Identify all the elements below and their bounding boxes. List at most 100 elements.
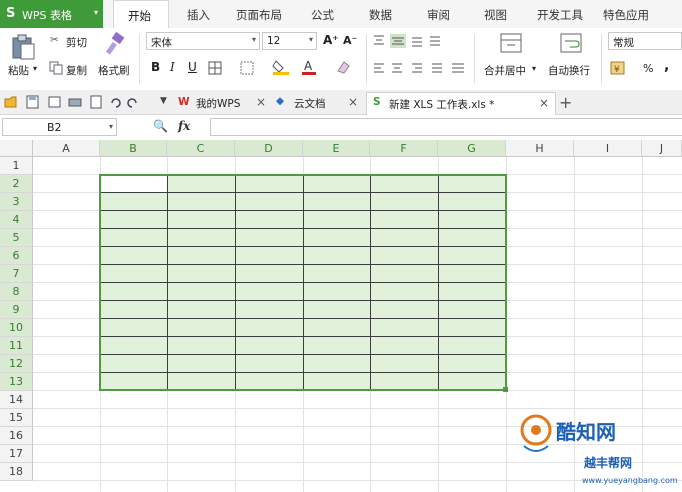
- bold-button[interactable]: B: [151, 60, 160, 74]
- chevron-down-icon: ▾: [108, 122, 113, 131]
- formula-bar: B2 ▾ 🔍 fx: [0, 115, 682, 141]
- chevron-down-icon[interactable]: ▾: [532, 64, 536, 73]
- close-icon[interactable]: ×: [539, 96, 549, 110]
- row-header-16[interactable]: 16: [0, 427, 33, 445]
- row-header-12[interactable]: 12: [0, 355, 33, 373]
- column-header-g[interactable]: G: [438, 140, 506, 157]
- column-header-i[interactable]: I: [574, 140, 642, 157]
- horizontal-align-icons[interactable]: [372, 61, 466, 75]
- row-header-9[interactable]: 9: [0, 301, 33, 319]
- row-header-4[interactable]: 4: [0, 211, 33, 229]
- percent-button[interactable]: %: [643, 62, 653, 75]
- wps-logo-icon: S: [6, 6, 16, 21]
- tab-home[interactable]: 开始: [113, 0, 169, 30]
- format-painter-icon[interactable]: [103, 32, 127, 58]
- italic-button[interactable]: I: [170, 60, 175, 74]
- wrap-text-button[interactable]: 自动换行: [548, 63, 590, 78]
- tab-special[interactable]: 特色应用: [603, 7, 649, 23]
- font-name-select[interactable]: 宋体 ▾: [146, 32, 260, 50]
- row-header-17[interactable]: 17: [0, 445, 33, 463]
- font-size-select[interactable]: 12 ▾: [262, 32, 317, 50]
- row-header-3[interactable]: 3: [0, 193, 33, 211]
- increase-font-button[interactable]: A⁺: [323, 33, 339, 47]
- separator: [601, 34, 602, 84]
- app-menu-button[interactable]: S WPS 表格 ▾: [0, 0, 103, 28]
- tab-insert[interactable]: 插入: [187, 7, 210, 23]
- row-header-13[interactable]: 13: [0, 373, 33, 391]
- column-header-f[interactable]: F: [370, 140, 438, 157]
- separator: [366, 34, 367, 84]
- tab-formulas[interactable]: 公式: [311, 7, 334, 23]
- doc-tab-active[interactable]: S 新建 XLS 工作表.xls * ×: [366, 92, 556, 115]
- number-format-select[interactable]: 常规: [608, 32, 682, 50]
- selected-range[interactable]: [99, 174, 509, 392]
- tab-data[interactable]: 数据: [369, 7, 392, 23]
- active-cell-b2: [101, 176, 167, 192]
- row-header-7[interactable]: 7: [0, 265, 33, 283]
- column-header-a[interactable]: A: [33, 140, 100, 157]
- tab-developer[interactable]: 开发工具: [537, 7, 583, 23]
- cube-icon: ◆: [276, 95, 285, 107]
- chevron-down-icon: ▾: [251, 35, 256, 44]
- quick-access-toolbar[interactable]: [4, 95, 154, 109]
- row-header-11[interactable]: 11: [0, 337, 33, 355]
- tab-page-layout[interactable]: 页面布局: [236, 7, 282, 23]
- cut-button[interactable]: 剪切: [66, 35, 87, 50]
- underline-button[interactable]: U: [188, 60, 197, 74]
- tab-review[interactable]: 审阅: [427, 7, 450, 23]
- row-header-6[interactable]: 6: [0, 247, 33, 265]
- doc-tab-cloud[interactable]: ◆ 云文档 ×: [276, 92, 366, 114]
- doc-tab-mywps[interactable]: W 我的WPS ×: [178, 92, 273, 114]
- svg-text:A: A: [304, 59, 313, 73]
- column-header-e[interactable]: E: [303, 140, 370, 157]
- border-icon[interactable]: [208, 61, 222, 75]
- cell-style-icon[interactable]: [240, 61, 254, 75]
- row-header-1[interactable]: 1: [0, 157, 33, 175]
- column-header-b[interactable]: B: [100, 140, 167, 157]
- wrap-text-icon[interactable]: [560, 33, 582, 53]
- chevron-down-icon[interactable]: ▼: [160, 96, 167, 106]
- vertical-align-icons[interactable]: [372, 34, 454, 48]
- column-header-d[interactable]: D: [235, 140, 303, 157]
- watermark: 酷知网 越丰帮网 www.yueyangbang.com: [468, 408, 682, 492]
- copy-button[interactable]: 复制: [66, 63, 87, 78]
- chevron-down-icon[interactable]: ▾: [33, 64, 37, 73]
- row-header-15[interactable]: 15: [0, 409, 33, 427]
- add-tab-button[interactable]: +: [559, 93, 572, 112]
- row-header-18[interactable]: 18: [0, 463, 33, 481]
- separator: [139, 34, 140, 84]
- row-header-14[interactable]: 14: [0, 391, 33, 409]
- decrease-font-button[interactable]: A⁻: [343, 34, 357, 47]
- zoom-icon[interactable]: 🔍: [153, 119, 168, 133]
- column-header-c[interactable]: C: [167, 140, 235, 157]
- font-color-icon[interactable]: A: [301, 59, 317, 76]
- formula-input[interactable]: [210, 118, 682, 136]
- row-header-8[interactable]: 8: [0, 283, 33, 301]
- close-icon[interactable]: ×: [348, 95, 358, 109]
- chevron-down-icon: ▾: [94, 8, 99, 17]
- name-box[interactable]: B2 ▾: [2, 118, 117, 136]
- currency-icon[interactable]: ¥: [610, 60, 630, 76]
- column-header-j[interactable]: J: [642, 140, 682, 157]
- row-header-2[interactable]: 2: [0, 175, 33, 193]
- tab-view[interactable]: 视图: [484, 7, 507, 23]
- row-header-5[interactable]: 5: [0, 229, 33, 247]
- svg-text:¥: ¥: [614, 65, 620, 75]
- copy-icon[interactable]: [49, 61, 63, 75]
- paste-button-label[interactable]: 粘贴: [8, 63, 29, 78]
- menu-bar: S WPS 表格 ▾ 开始 插入 页面布局 公式 数据 审阅 视图 开发工具 特…: [0, 0, 682, 30]
- comma-button[interactable]: ,: [664, 58, 669, 74]
- format-painter-button[interactable]: 格式刷: [98, 63, 130, 78]
- insert-function-button[interactable]: fx: [178, 119, 190, 133]
- scissors-icon[interactable]: ✂: [50, 34, 59, 46]
- paste-icon[interactable]: [10, 34, 36, 60]
- close-icon[interactable]: ×: [256, 95, 266, 109]
- select-all-corner[interactable]: [0, 140, 33, 157]
- row-header-10[interactable]: 10: [0, 319, 33, 337]
- merge-center-icon[interactable]: [500, 33, 522, 53]
- column-header-h[interactable]: H: [506, 140, 574, 157]
- fill-handle: [503, 387, 508, 392]
- clear-format-icon[interactable]: [334, 59, 352, 76]
- merge-center-button[interactable]: 合并居中: [484, 63, 526, 78]
- fill-color-icon[interactable]: [272, 59, 290, 76]
